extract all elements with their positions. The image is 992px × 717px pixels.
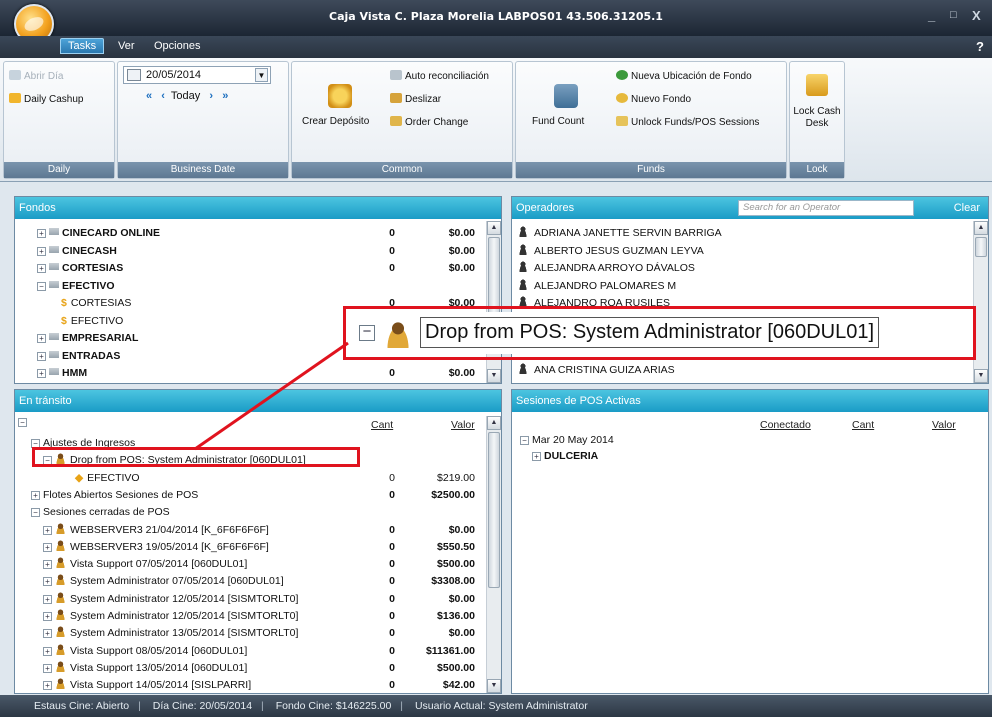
row-highlight-box	[32, 447, 360, 467]
zoom-callout-content: − Drop from POS: System Administrator [0…	[349, 312, 970, 354]
zoom-callout: − Drop from POS: System Administrator [0…	[343, 306, 976, 360]
callout-connector-line	[194, 341, 349, 451]
status-bar: Estaus Cine: Abierto | Día Cine: 20/05/20…	[0, 695, 992, 717]
zoom-collapse-icon: −	[359, 324, 375, 341]
status-fondo: Fondo Cine: $146225.00	[275, 700, 392, 712]
status-dia: Día Cine: 20/05/2014	[152, 700, 253, 712]
cash-drop-icon	[384, 320, 412, 348]
status-estado: Estaus Cine: Abierto	[34, 700, 130, 712]
zoom-callout-text: Drop from POS: System Administrator [060…	[420, 317, 880, 348]
status-usuario: Usuario Actual: System Administrator	[414, 700, 588, 712]
